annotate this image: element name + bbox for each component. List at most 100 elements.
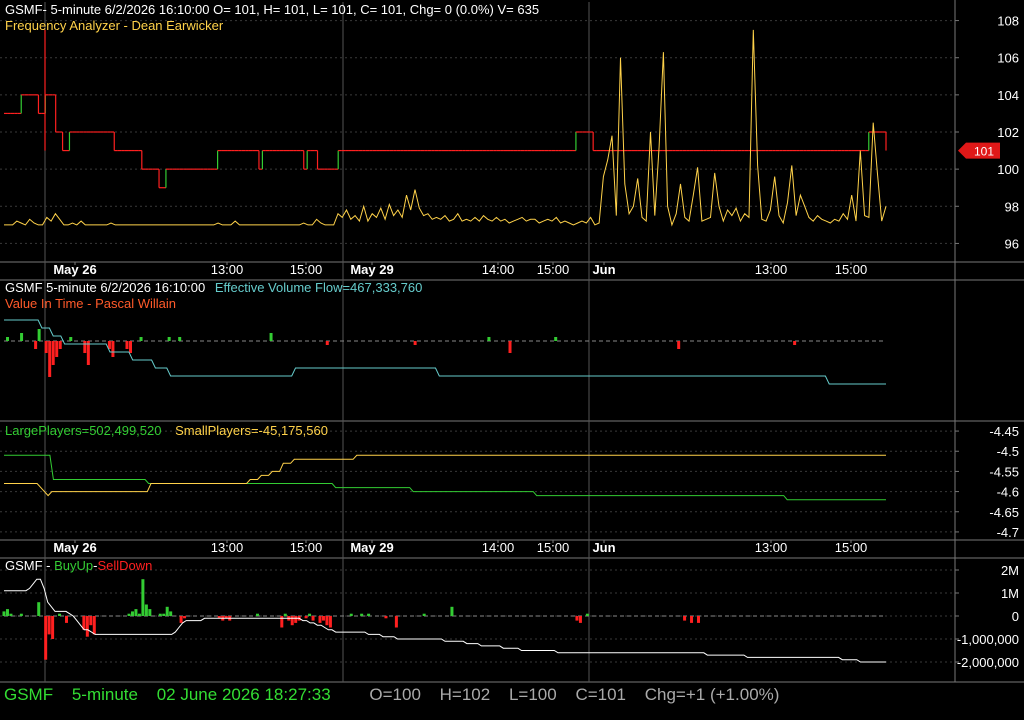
status-bar: GSMF 5-minute 02 June 2026 18:27:33 O=10… xyxy=(4,685,793,705)
buysell-bar xyxy=(158,613,162,616)
panel4-title: GSMF - BuyUp-SellDown xyxy=(5,558,152,573)
buysell-bar xyxy=(183,616,187,619)
buysell-bar xyxy=(19,613,23,616)
buysell-bar xyxy=(290,616,294,626)
buysell-bar xyxy=(44,616,48,660)
buysell-bar xyxy=(308,613,312,616)
buysell-bar xyxy=(318,616,322,623)
volume-bar xyxy=(508,341,512,353)
buysell-bar xyxy=(683,616,687,621)
status-low: L=100 xyxy=(508,685,557,704)
volume-bar xyxy=(44,341,48,353)
buysell-bar xyxy=(89,616,93,626)
buysell-bar xyxy=(422,613,426,616)
volume-bar xyxy=(413,341,417,345)
buysell-axis-label: -2,000,000 xyxy=(957,655,1019,670)
buysell-bar xyxy=(311,616,315,621)
buysell-bar xyxy=(2,611,6,616)
buysell-bar xyxy=(130,611,134,616)
volume-bar xyxy=(20,333,24,341)
buyup-selldown-cumulative-line xyxy=(4,578,886,663)
status-close: C=101 xyxy=(575,685,627,704)
small-players-line xyxy=(4,454,886,497)
buysell-bar xyxy=(349,613,353,616)
volume-bar xyxy=(83,341,87,353)
buysell-bar xyxy=(283,613,287,616)
buysell-axis-label: 1M xyxy=(1001,586,1019,601)
players-axis-label: -4.55 xyxy=(989,464,1019,479)
buysell-axis-label: -1,000,000 xyxy=(957,632,1019,647)
buysell-bar xyxy=(690,616,694,623)
volume-bar xyxy=(125,341,129,349)
buysell-bar xyxy=(144,604,148,616)
buysell-bar xyxy=(9,613,13,616)
price-axis-label: 96 xyxy=(1005,236,1019,251)
volume-bar xyxy=(37,329,41,341)
effective-volume-flow-label: Effective Volume Flow=467,333,760 xyxy=(214,280,423,295)
buysell-bar xyxy=(394,616,398,628)
buysell-bar xyxy=(92,616,96,635)
players-axis-label: -4.6 xyxy=(997,485,1019,500)
large-players-line xyxy=(4,454,886,501)
last-price-tag-label: 101 xyxy=(974,145,994,159)
selldown-label: SellDown xyxy=(97,558,153,573)
price-axis-label: 100 xyxy=(997,162,1019,177)
volume-bar xyxy=(167,337,171,341)
status-datetime: 02 June 2026 18:27:33 xyxy=(156,685,331,704)
volume-bar xyxy=(69,337,73,341)
buysell-axis-label: 0 xyxy=(1012,609,1019,624)
price-axis-label: 98 xyxy=(1005,199,1019,214)
buysell-bar xyxy=(696,616,700,623)
players-axis-label: -4.5 xyxy=(997,444,1019,459)
buysell-bar xyxy=(148,609,152,616)
volume-bar xyxy=(325,341,329,345)
buysell-bar xyxy=(384,616,388,619)
volume-bar xyxy=(554,337,558,341)
price-axis-label: 106 xyxy=(997,51,1019,66)
buysell-bar xyxy=(585,613,589,616)
status-interval: 5-minute xyxy=(71,685,138,704)
volume-bar xyxy=(6,337,10,341)
volume-bar xyxy=(129,341,133,353)
buysell-bar xyxy=(162,613,166,616)
players-axis-label: -4.65 xyxy=(989,505,1019,520)
volume-bar xyxy=(86,341,90,365)
buysell-bar xyxy=(280,616,284,628)
status-high: H=102 xyxy=(439,685,491,704)
multi-panel-stock-chart[interactable]: May 26 13:00 15:00 May 29 14:00 15:00 Jun 13:00… xyxy=(0,0,1024,720)
buysell-bar xyxy=(179,616,183,623)
price-axis-label: 104 xyxy=(997,88,1019,103)
panel1-title: GSMF- 5-minute 6/2/2026 16:10:00 O= 101,… xyxy=(5,2,540,17)
volume-bar xyxy=(139,337,143,341)
players-axis-label: -4.7 xyxy=(997,525,1019,540)
volume-bar xyxy=(793,341,797,345)
buysell-bar xyxy=(58,613,62,616)
status-symbol: GSMF xyxy=(4,685,54,704)
panel2-symbol-label: GSMF 5-minute 6/2/2026 16:10:00 xyxy=(5,280,206,295)
buysell-bar xyxy=(137,613,141,616)
volume-bar xyxy=(55,341,59,357)
buysell-bar xyxy=(325,616,329,626)
buysell-bar xyxy=(321,616,325,621)
volume-bar xyxy=(51,341,55,365)
small-players-label: SmallPlayers=-45,175,560 xyxy=(175,423,328,438)
volume-bar xyxy=(34,341,38,349)
buysell-bar xyxy=(367,613,371,616)
buysell-bar xyxy=(294,616,298,623)
panel3-legend: LargePlayers=502,499,520 SmallPlayers=-4… xyxy=(5,423,328,438)
buysell-bar xyxy=(360,613,364,616)
volume-bar xyxy=(48,341,52,377)
buysell-bar xyxy=(575,616,579,621)
status-change: Chg=+1 (+1.00%) xyxy=(644,685,780,704)
buysell-axis-label: 2M xyxy=(1001,563,1019,578)
players-axis-label: -4.45 xyxy=(989,424,1019,439)
large-players-label: LargePlayers=502,499,520 xyxy=(5,423,162,438)
buysell-bar xyxy=(37,602,41,616)
volume-bar xyxy=(677,341,681,349)
panel1-subtitle: Frequency Analyzer - Dean Earwicker xyxy=(5,18,224,33)
grid-layer xyxy=(0,0,1024,683)
status-open: O=100 xyxy=(369,685,421,704)
buysell-bar xyxy=(328,616,332,628)
buysell-bar xyxy=(85,616,89,637)
volume-bar xyxy=(58,341,62,349)
